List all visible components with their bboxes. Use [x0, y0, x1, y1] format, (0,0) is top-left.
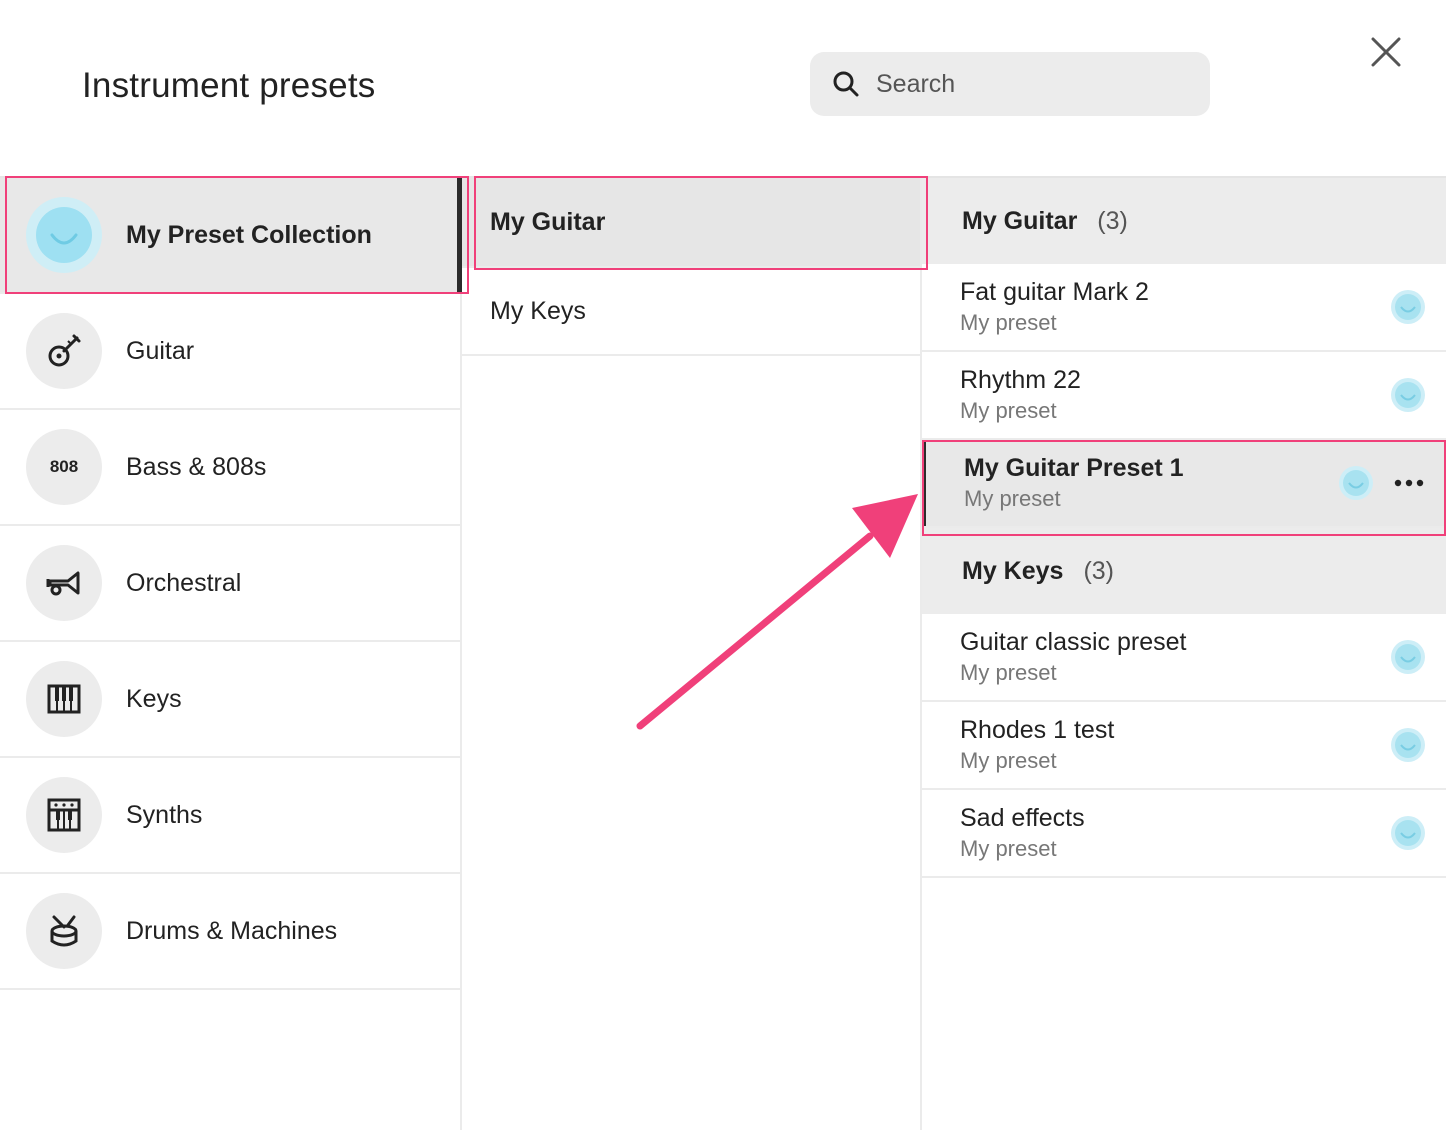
- category-label: Bass & 808s: [126, 452, 267, 481]
- smile-icon: [1391, 816, 1425, 850]
- subcategory-item-my-guitar[interactable]: My Guitar: [462, 178, 920, 268]
- preset-owner: My preset: [960, 748, 1057, 773]
- group-count: (3): [1097, 206, 1128, 235]
- group-count: (3): [1083, 556, 1115, 585]
- category-item-bass-808s[interactable]: 808 Bass & 808s: [0, 410, 460, 526]
- preset-column: My Guitar (3) Fat guitar Mark 2 My prese…: [922, 178, 1446, 1130]
- group-name: My Guitar: [962, 206, 1078, 235]
- group-header-my-keys: My Keys (3): [922, 528, 1446, 614]
- search-input[interactable]: [874, 68, 1178, 100]
- instrument-presets-modal: Instrument presets My Preset Collection: [0, 0, 1446, 1130]
- category-column: My Preset Collection Guitar 808 Bass & 8…: [0, 178, 462, 1130]
- preset-name: Rhodes 1 test: [960, 716, 1115, 744]
- smile-icon: [1391, 290, 1425, 324]
- category-item-keys[interactable]: Keys: [0, 642, 460, 758]
- modal-title: Instrument presets: [82, 66, 376, 105]
- category-item-orchestral[interactable]: Orchestral: [0, 526, 460, 642]
- category-label: Guitar: [126, 336, 195, 365]
- preset-item-selected[interactable]: My Guitar Preset 1 My preset: [922, 440, 1446, 528]
- synth-icon: [47, 798, 81, 832]
- preset-name: Sad effects: [960, 804, 1085, 832]
- preset-owner: My preset: [960, 310, 1057, 335]
- preset-name: Fat guitar Mark 2: [960, 278, 1149, 306]
- preset-name: Rhythm 22: [960, 366, 1081, 394]
- drum-icon: [50, 915, 78, 947]
- subcategory-column: My Guitar My Keys: [462, 178, 922, 1130]
- category-label: Synths: [126, 800, 203, 829]
- preset-item[interactable]: Guitar classic preset My preset: [922, 614, 1446, 702]
- trumpet-icon: [46, 571, 80, 596]
- category-item-guitar[interactable]: Guitar: [0, 294, 460, 410]
- group-name: My Keys: [962, 556, 1064, 585]
- smile-icon: [1391, 378, 1425, 412]
- smile-icon: [1339, 466, 1373, 500]
- category-label: Drums & Machines: [126, 916, 338, 945]
- category-label: My Preset Collection: [126, 220, 372, 249]
- category-item-synths[interactable]: Synths: [0, 758, 460, 874]
- category-label: Keys: [126, 684, 182, 713]
- group-header-my-guitar: My Guitar (3): [922, 178, 1446, 264]
- avatar: [26, 197, 102, 273]
- subcategory-label: My Guitar: [490, 207, 606, 236]
- preset-owner: My preset: [960, 836, 1057, 861]
- preset-item[interactable]: Rhythm 22 My preset: [922, 352, 1446, 440]
- category-label: Orchestral: [126, 568, 242, 597]
- 808-icon: 808: [49, 457, 79, 476]
- subcategory-item-my-keys[interactable]: My Keys: [462, 268, 920, 356]
- preset-owner: My preset: [960, 398, 1057, 423]
- keyboard-icon: [47, 684, 81, 714]
- search-box[interactable]: [810, 52, 1210, 116]
- search-icon: [833, 71, 859, 97]
- category-item-drums-machines[interactable]: Drums & Machines: [0, 874, 460, 990]
- preset-item[interactable]: Rhodes 1 test My preset: [922, 702, 1446, 790]
- guitar-icon: [48, 334, 81, 367]
- subcategory-label: My Keys: [490, 296, 586, 325]
- smile-icon: [1391, 640, 1425, 674]
- smile-icon: [1391, 728, 1425, 762]
- close-icon[interactable]: [1368, 34, 1404, 70]
- preset-item[interactable]: Fat guitar Mark 2 My preset: [922, 264, 1446, 352]
- preset-owner: My preset: [960, 660, 1057, 685]
- smile-icon: [36, 207, 92, 263]
- more-options-icon[interactable]: [1394, 477, 1424, 489]
- preset-item[interactable]: Sad effects My preset: [922, 790, 1446, 878]
- category-item-my-preset-collection[interactable]: My Preset Collection: [0, 178, 462, 294]
- preset-name: Guitar classic preset: [960, 628, 1187, 656]
